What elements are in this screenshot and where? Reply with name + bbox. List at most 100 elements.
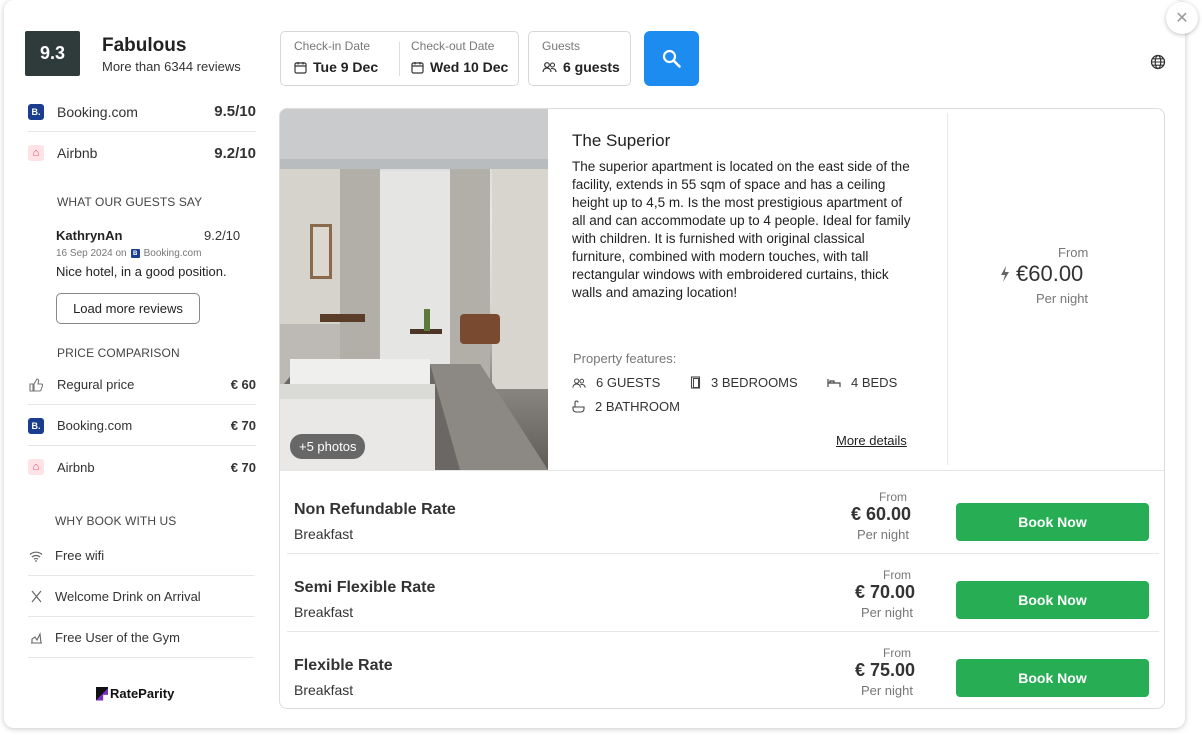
rate-per-night: Per night <box>860 605 913 620</box>
feature-label: 2 BATHROOM <box>595 399 680 414</box>
rate-board: Breakfast <box>294 526 354 542</box>
cutlery-icon <box>28 590 44 603</box>
price-source-name: Booking.com <box>57 418 133 433</box>
from-price-value: €60.00 <box>1016 261 1084 286</box>
source-row-booking: B. Booking.com 9.5/10 <box>28 92 256 132</box>
price-source-name: Airbnb <box>57 459 95 475</box>
rate-from-label: From <box>879 490 907 504</box>
why-row-drink: Welcome Drink on Arrival <box>28 577 254 617</box>
booking-logo-icon: B. <box>28 417 44 434</box>
load-more-reviews-button[interactable]: Load more reviews <box>56 293 200 324</box>
divider <box>280 470 1164 471</box>
why-item-label: Free wifi <box>55 548 105 563</box>
search-button[interactable] <box>644 31 699 86</box>
why-item-label: Free User of the Gym <box>55 630 180 645</box>
checkout-field[interactable]: Check-out Date Wed 10 Dec <box>411 39 508 75</box>
photos-badge[interactable]: +5 photos <box>290 434 366 459</box>
room-card: +5 photos The Superior The superior apar… <box>279 108 1165 709</box>
why-book-title: WHY BOOK WITH US <box>55 514 177 528</box>
date-picker[interactable]: Check-in Date Tue 9 Dec Check-out Date W… <box>280 31 519 86</box>
book-now-button[interactable]: Book Now <box>956 503 1149 541</box>
why-row-gym: Free User of the Gym <box>28 618 254 658</box>
rate-row-non-refundable: Non Refundable Rate Breakfast From € 60.… <box>287 476 1159 554</box>
rate-per-night: Per night <box>860 683 913 698</box>
rate-name: Flexible Rate <box>294 657 393 674</box>
booking-logo-icon: B <box>130 249 140 258</box>
price-source-name: Regural price <box>57 377 135 392</box>
review-meta: 16 Sep 2024 on B Booking.com <box>56 248 201 259</box>
feature-label: 3 BEDROOMS <box>711 375 798 390</box>
rate-board: Breakfast <box>294 682 354 698</box>
book-now-button[interactable]: Book Now <box>956 581 1149 619</box>
price-row-airbnb: ⌂ Airbnb € 70 <box>28 447 256 487</box>
rate-from-label: From <box>883 646 911 660</box>
rate-name: Semi Flexible Rate <box>294 579 436 596</box>
feature-label: 6 GUESTS <box>596 375 661 390</box>
close-button[interactable]: ✕ <box>1166 2 1198 34</box>
source-score: 9.2/10 <box>214 144 256 162</box>
guests-icon <box>572 377 586 388</box>
book-now-button[interactable]: Book Now <box>956 659 1149 697</box>
divider <box>947 113 948 465</box>
checkin-field[interactable]: Check-in Date Tue 9 Dec <box>294 39 378 75</box>
feature-bathroom: 2 BATHROOM <box>572 399 680 414</box>
per-night-label: Per night <box>1036 291 1089 306</box>
lightning-icon <box>1001 266 1009 282</box>
door-icon <box>690 376 701 389</box>
rateparity-mark-icon <box>96 686 108 701</box>
rate-row-semi-flexible: Semi Flexible Rate Breakfast From € 70.0… <box>287 554 1159 632</box>
room-description: The superior apartment is located on the… <box>572 159 911 300</box>
checkin-value: Tue 9 Dec <box>313 59 379 75</box>
search-icon <box>662 49 681 68</box>
from-price: €60.00 <box>1000 261 1083 287</box>
source-score: 9.5/10 <box>214 103 256 120</box>
why-item-label: Welcome Drink on Arrival <box>55 589 201 604</box>
rate-row-flexible: Flexible Rate Breakfast From € 75.00 Per… <box>287 632 1159 708</box>
reviews-section-title: WHAT OUR GUESTS SAY <box>57 195 203 209</box>
bed-icon <box>827 379 841 387</box>
guests-label: Guests <box>542 39 581 53</box>
feature-bedrooms: 3 BEDROOMS <box>690 375 798 390</box>
rate-board: Breakfast <box>294 604 354 620</box>
globe-icon[interactable] <box>1150 54 1166 70</box>
guests-icon <box>542 62 557 73</box>
source-row-airbnb: ⌂ Airbnb 9.2/10 <box>28 133 256 173</box>
price-value: € 70 <box>230 459 256 475</box>
calendar-icon <box>411 61 424 74</box>
review-source: Booking.com <box>143 248 202 259</box>
bath-icon <box>572 400 585 413</box>
price-comparison-title: PRICE COMPARISON <box>57 346 180 360</box>
airbnb-logo-icon: ⌂ <box>28 459 44 475</box>
review-author: KathrynAn <box>56 228 123 243</box>
features-title: Property features: <box>573 351 677 366</box>
room-photo[interactable]: +5 photos <box>280 109 548 470</box>
price-row-booking: B. Booking.com € 70 <box>28 406 256 446</box>
close-icon: ✕ <box>1175 10 1189 27</box>
room-photo-illustration <box>280 109 548 470</box>
checkout-label: Check-out Date <box>411 39 495 53</box>
rate-price: € 60.00 <box>850 504 911 524</box>
guests-field[interactable]: Guests 6 guests <box>528 31 631 86</box>
gym-icon <box>28 631 44 644</box>
room-title: The Superior <box>572 131 671 150</box>
rate-name: Non Refundable Rate <box>294 501 456 518</box>
price-row-regular: Regural price € 60 <box>28 365 256 405</box>
source-name: Booking.com <box>57 103 138 120</box>
price-value: € 60 <box>230 377 256 392</box>
checkout-value: Wed 10 Dec <box>430 59 509 75</box>
more-details-link[interactable]: More details <box>836 433 907 448</box>
review-text: Nice hotel, in a good position. <box>56 264 227 279</box>
booking-logo-icon: B. <box>28 103 44 120</box>
calendar-icon <box>294 61 307 74</box>
from-label: From <box>1058 245 1089 260</box>
rateparity-logo: RateParity <box>96 686 174 701</box>
why-row-wifi: Free wifi <box>28 536 254 576</box>
rating-score-badge: 9.3 <box>25 31 80 76</box>
review-score: 9.2/10 <box>204 228 241 243</box>
guests-value: 6 guests <box>563 59 620 75</box>
wifi-icon <box>28 550 44 562</box>
review-date: 16 Sep 2024 on <box>56 248 127 259</box>
price-value: € 70 <box>230 418 256 433</box>
checkin-label: Check-in Date <box>294 39 371 53</box>
rating-title: Fabulous <box>102 35 187 56</box>
